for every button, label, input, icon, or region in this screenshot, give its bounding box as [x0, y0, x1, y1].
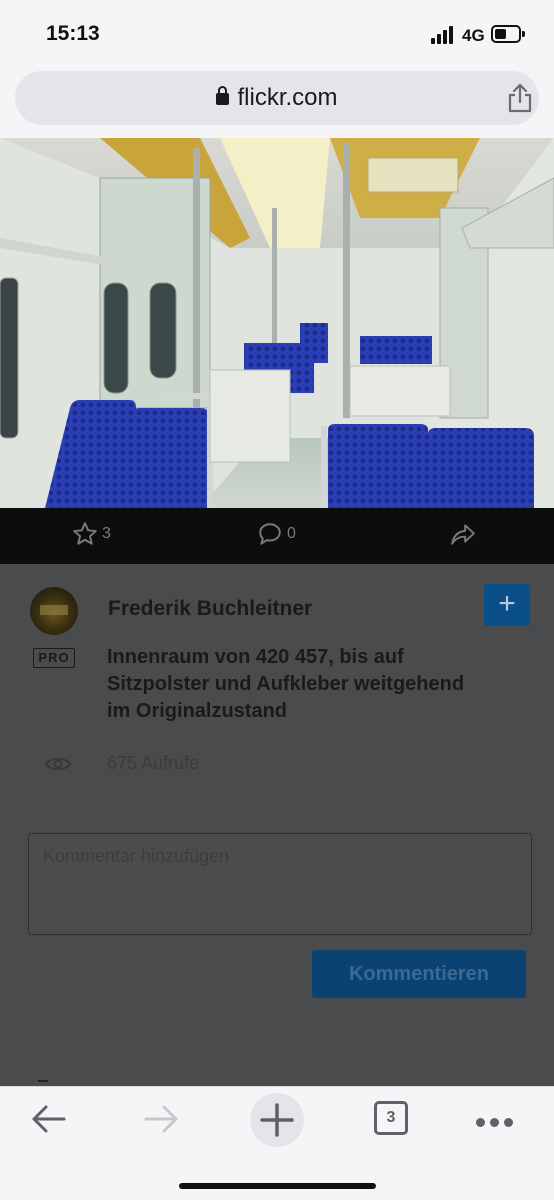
new-tab-button[interactable] [250, 1093, 304, 1147]
share-photo-button[interactable] [450, 521, 480, 547]
network-type: 4G [462, 26, 485, 45]
comment-count: 0 [287, 525, 296, 542]
photo-action-bar: 3 0 [0, 508, 554, 564]
author-name[interactable]: Frederik Buchleitner [108, 597, 312, 621]
back-icon[interactable] [30, 1103, 66, 1135]
photo-details: PRO Frederik Buchleitner + Innenraum von… [0, 564, 554, 1086]
tabs-icon[interactable]: 3 [374, 1101, 408, 1135]
share-arrow-icon [451, 524, 475, 545]
pro-badge: PRO [33, 648, 75, 668]
more-icon[interactable] [476, 1114, 518, 1132]
follow-button[interactable]: + [484, 584, 530, 626]
signal-icon [431, 26, 453, 44]
star-icon [73, 522, 97, 545]
eye-icon [45, 757, 71, 771]
favorite-count: 3 [102, 525, 111, 542]
status-time: 15:13 [46, 22, 100, 45]
view-count: 675 Aufrufe [107, 753, 200, 773]
share-icon[interactable] [507, 83, 533, 113]
battery-icon [491, 25, 525, 43]
comment-input[interactable]: Kommentar hinzufügen [28, 833, 532, 935]
forward-icon[interactable] [144, 1103, 180, 1135]
url-display[interactable]: flickr.com [15, 84, 539, 112]
photo-title: Innenraum von 420 457, bis auf Sitzpolst… [107, 646, 465, 722]
home-indicator [179, 1183, 376, 1189]
address-bar[interactable]: flickr.com [15, 71, 539, 125]
url-text: flickr.com [237, 84, 338, 111]
status-bar: 15:13 4G [0, 0, 554, 70]
train-interior-image [0, 138, 554, 508]
new-tab-icon [260, 1103, 294, 1137]
photo[interactable] [0, 138, 554, 508]
comment-placeholder: Kommentar hinzufügen [43, 846, 230, 866]
comment-icon [259, 523, 281, 545]
lock-icon [216, 86, 230, 105]
comment-button[interactable]: 0 [257, 521, 296, 547]
favorite-button[interactable]: 3 [72, 521, 111, 547]
avatar[interactable] [30, 587, 78, 635]
browser-toolbar: 3 [0, 1086, 554, 1200]
submit-comment-button[interactable]: Kommentieren [312, 950, 526, 998]
